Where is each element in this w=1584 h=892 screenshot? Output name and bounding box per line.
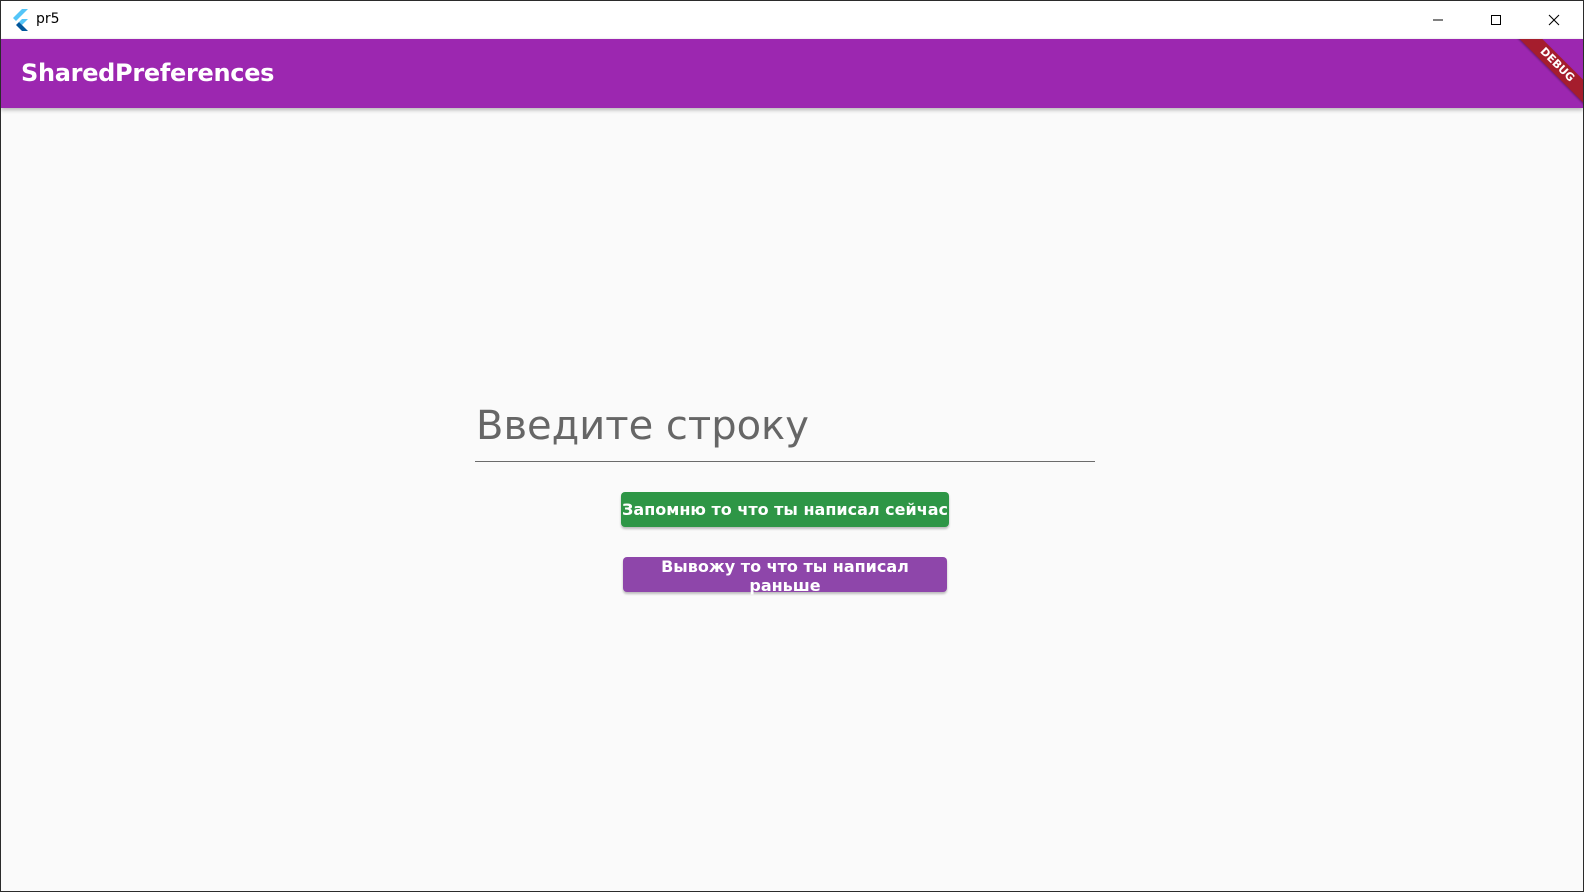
debug-banner: DEBUG [1508,39,1583,108]
flutter-logo-icon [13,9,28,31]
page-title: SharedPreferences [21,59,275,87]
minimize-button[interactable] [1409,1,1467,38]
app-bar: SharedPreferences DEBUG [1,39,1583,108]
maximize-icon [1491,14,1501,25]
app-window: pr5 SharedPreferences DEBUG Запомню то ч… [0,0,1584,892]
maximize-button[interactable] [1467,1,1525,38]
main-content: Запомню то что ты написал сейчас Вывожу … [1,108,1583,891]
window-title: pr5 [36,11,60,27]
load-button[interactable]: Вывожу то что ты написал раньше [623,557,947,595]
close-button[interactable] [1525,1,1583,38]
string-input-field[interactable] [475,396,1096,462]
window-titlebar[interactable]: pr5 [1,1,1583,38]
string-input[interactable] [475,396,1096,456]
save-button[interactable]: Запомню то что ты написал сейчас [621,492,949,527]
minimize-icon [1433,19,1443,20]
close-icon [1548,14,1560,25]
